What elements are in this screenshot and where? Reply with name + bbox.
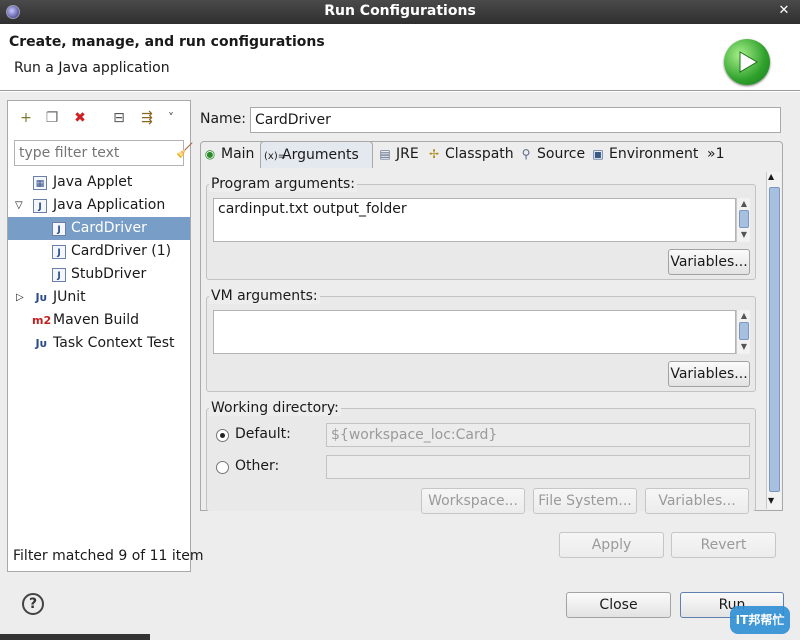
other-directory-field[interactable] (326, 455, 750, 479)
dialog-subtitle: Run a Java application (14, 60, 170, 76)
maven-icon: m2 (32, 314, 52, 327)
tab-arguments[interactable]: (x)=Arguments (260, 141, 373, 168)
other-radio[interactable] (216, 461, 229, 474)
config-panel-scrollbar[interactable]: ▲ ▼ (766, 172, 781, 509)
tree-item-carddriver[interactable]: J CardDriver (8, 217, 190, 240)
tree-item-label: Task Context Test (53, 335, 175, 351)
tree-item-junit[interactable]: ▷ Jᴜ JUnit (8, 286, 190, 309)
source-tab-icon: ⚲ (521, 147, 531, 161)
launch-config-tree-panel: + ❐ ✖ ⊟ ⇶ ˅ 🧹 ▦ Java Applet ▽ J Java App… (7, 100, 204, 572)
default-directory-field (326, 423, 750, 447)
task-context-test-icon: Jᴜ (35, 337, 47, 350)
tree-item-label: CardDriver (71, 220, 147, 236)
tab-label: Classpath (445, 146, 514, 162)
dialog-title: Create, manage, and run configurations (9, 34, 325, 50)
tab-label: Arguments (282, 147, 359, 163)
filter-input[interactable] (14, 140, 184, 166)
junit-icon: Jᴜ (35, 291, 47, 304)
java-config-icon: J (52, 268, 66, 282)
tab-label: Environment (609, 146, 699, 162)
tab-jre[interactable]: ▤ JRE (378, 141, 424, 168)
default-radio-label: Default: (235, 426, 291, 442)
new-file-icon[interactable]: + (16, 108, 36, 128)
tab-label: Main (221, 146, 255, 162)
run-launch-icon (724, 39, 770, 85)
duplicate-icon[interactable]: ❐ (42, 108, 62, 128)
file-system-button[interactable]: File System... (533, 488, 637, 514)
jre-tab-icon: ▤ (379, 147, 391, 161)
help-icon[interactable]: ? (22, 593, 44, 615)
program-arguments-scrollbar[interactable]: ▲ ▼ (736, 198, 750, 242)
tree-item-carddriver-1[interactable]: J CardDriver (1) (8, 240, 190, 263)
expand-twisty-icon[interactable]: ▽ (15, 201, 25, 211)
tree-item-java-applet[interactable]: ▦ Java Applet (8, 171, 190, 194)
window-title: Run Configurations (324, 3, 476, 19)
apply-button[interactable]: Apply (559, 532, 664, 558)
tab-source[interactable]: ⚲ Source (519, 141, 586, 168)
tree-item-label: JUnit (53, 289, 86, 305)
tree-item-java-application[interactable]: ▽ J Java Application (8, 194, 190, 217)
tree-item-label: Java Application (53, 197, 166, 213)
default-radio[interactable] (216, 429, 229, 442)
other-radio-label: Other: (235, 458, 280, 474)
program-arguments-variables-button[interactable]: Variables... (668, 249, 750, 275)
window-titlebar: Run Configurations ✕ (0, 0, 800, 24)
dialog-header: Create, manage, and run configurations R… (0, 24, 800, 91)
tree-item-task-context-test[interactable]: Jᴜ Task Context Test (8, 332, 190, 355)
chevron-down-icon[interactable]: ˅ (161, 108, 181, 128)
filter-icon[interactable]: ⇶ (137, 108, 157, 128)
environment-tab-icon: ▣ (592, 147, 604, 161)
watermark-logo: IT邦帮忙 (730, 606, 790, 634)
classpath-tab-icon: ✢ (428, 147, 440, 161)
window-close-icon[interactable]: ✕ (776, 3, 792, 19)
delete-icon[interactable]: ✖ (70, 108, 90, 128)
tree-item-label: Java Applet (53, 174, 133, 190)
tab-label: Source (537, 146, 586, 162)
bottom-strip (0, 634, 150, 640)
close-button[interactable]: Close (566, 592, 671, 618)
program-arguments-label: Program arguments: (209, 176, 357, 192)
tree-item-maven-build[interactable]: m2 Maven Build (8, 309, 190, 332)
main-tab-icon: ◉ (204, 147, 216, 161)
collapse-twisty-icon[interactable]: ▷ (16, 293, 26, 303)
tree-item-label: CardDriver (1) (71, 243, 172, 259)
vm-arguments-variables-button[interactable]: Variables... (668, 361, 750, 387)
tab-environment[interactable]: ▣ Environment (591, 141, 699, 168)
tab-classpath[interactable]: ✢ Classpath (427, 141, 515, 168)
revert-button[interactable]: Revert (671, 532, 776, 558)
workspace-button[interactable]: Workspace... (421, 488, 525, 514)
vm-arguments-input[interactable] (213, 310, 736, 354)
tab-label: JRE (396, 146, 419, 162)
java-config-icon: J (52, 222, 66, 236)
tree-item-label: StubDriver (71, 266, 147, 282)
name-label: Name: (200, 111, 247, 127)
filter-status: Filter matched 9 of 11 item (13, 548, 204, 564)
java-applet-icon: ▦ (33, 176, 47, 190)
clear-filter-icon[interactable]: 🧹 (176, 143, 193, 159)
vm-arguments-label: VM arguments: (209, 288, 320, 304)
vm-arguments-scrollbar[interactable]: ▲ ▼ (736, 310, 750, 354)
working-directory-label: Working directory: (209, 400, 341, 416)
tab-main[interactable]: ◉ Main (203, 141, 259, 168)
collapse-all-icon[interactable]: ⊟ (109, 108, 129, 128)
java-application-icon: J (33, 199, 47, 213)
tree-item-stubdriver[interactable]: J StubDriver (8, 263, 190, 286)
arguments-tab-icon: (x)= (264, 151, 287, 162)
working-directory-variables-button[interactable]: Variables... (645, 488, 749, 514)
java-config-icon: J (52, 245, 66, 259)
program-arguments-input[interactable]: cardinput.txt output_folder (213, 198, 736, 242)
tree-item-label: Maven Build (53, 312, 140, 328)
name-field[interactable] (250, 107, 781, 133)
more-tabs-icon[interactable]: »1 (707, 141, 729, 168)
